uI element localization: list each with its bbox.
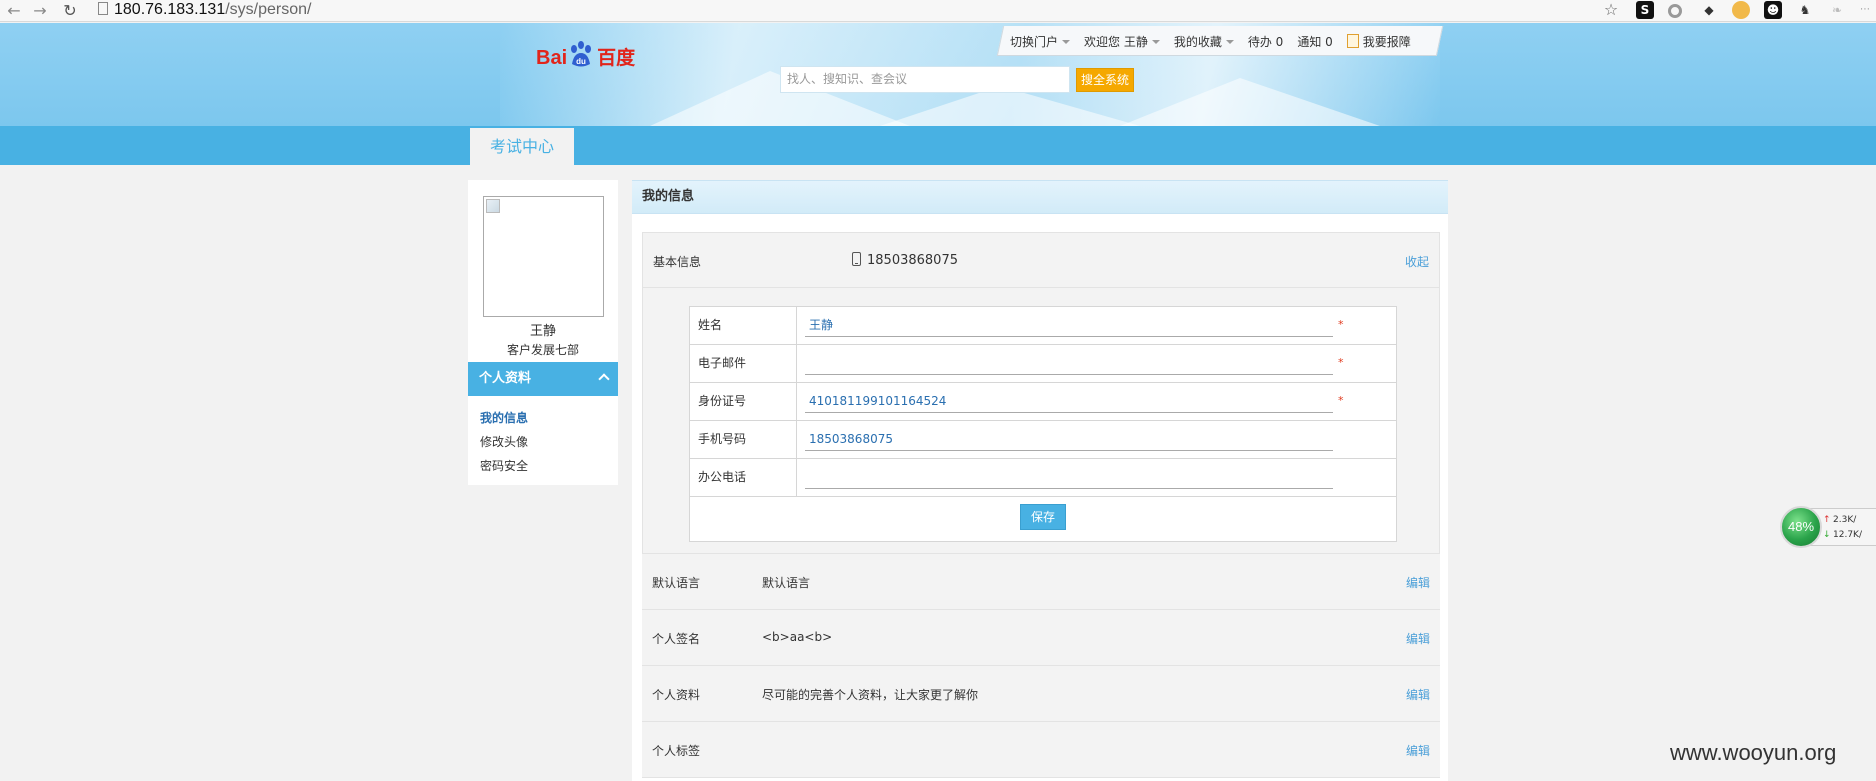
extension-circle-icon[interactable] <box>1668 4 1682 18</box>
back-arrow-icon[interactable]: ← <box>4 1 24 21</box>
form-row-id-number: 身份证号 410181199101164524 * <box>690 383 1396 421</box>
extension-mask-icon[interactable]: ☻ <box>1764 1 1782 19</box>
url-path: /sys/person/ <box>225 1 312 18</box>
collapse-link[interactable]: 收起 <box>1405 253 1429 270</box>
logo-text: Bai <box>536 47 568 69</box>
field-label: 办公电话 <box>690 459 797 496</box>
info-row-tags: 个人标签 编辑 <box>642 722 1440 778</box>
svg-text:du: du <box>576 57 586 66</box>
todo-link[interactable]: 待办 0 <box>1248 33 1283 50</box>
caret-down-icon <box>1225 39 1234 44</box>
info-value: 默认语言 <box>762 576 811 590</box>
edit-language-link[interactable]: 编辑 <box>1406 574 1430 591</box>
welcome-user-menu[interactable]: 欢迎您 王静 <box>1084 33 1160 50</box>
id-number-field[interactable]: 410181199101164524 <box>805 391 1333 413</box>
watermark: www.wooyun.org <box>1670 740 1837 765</box>
info-label: 默认语言 <box>652 576 701 590</box>
sidebar-section-personal[interactable]: 个人资料 <box>468 362 618 396</box>
favorites-menu[interactable]: 我的收藏 <box>1174 33 1234 50</box>
url-host: 180.76.183.131 <box>114 1 226 18</box>
mobile-phone-icon <box>852 252 861 266</box>
extension-more-icon[interactable]: ⋯ <box>1856 1 1874 19</box>
form-row-mobile: 手机号码 18503868075 <box>690 421 1396 459</box>
report-issue-link[interactable]: 我要报障 <box>1346 33 1411 50</box>
paw-icon: du <box>571 41 592 67</box>
info-value: 尽可能的完善个人资料，让大家更了解你 <box>762 688 979 702</box>
caret-down-icon <box>1062 39 1071 44</box>
sidebar-item-my-info[interactable]: 我的信息 <box>480 409 528 426</box>
switch-portal-menu[interactable]: 切换门户 <box>1010 33 1071 50</box>
caret-down-icon <box>1151 39 1160 44</box>
mobile-field[interactable]: 18503868075 <box>805 429 1333 451</box>
extension-leaf-icon[interactable]: ❧ <box>1828 1 1846 19</box>
report-icon <box>1346 33 1359 48</box>
page-icon <box>98 2 108 15</box>
form-row-office-phone: 办公电话 <box>690 459 1396 497</box>
search-input[interactable]: 找人、搜知识、查会议 <box>780 66 1070 93</box>
user-name: 王静 <box>529 324 556 339</box>
user-department: 客户发展七部 <box>506 343 579 357</box>
address-bar[interactable]: 180.76.183.131/sys/person/ <box>98 0 1618 20</box>
browser-toolbar: ← → ↻ 180.76.183.131/sys/person/ ☆ S ◆ ☻… <box>0 0 1876 22</box>
info-label: 个人签名 <box>652 632 701 646</box>
email-field[interactable] <box>805 353 1333 375</box>
basic-info-header: 基本信息 18503868075 收起 <box>643 233 1439 288</box>
info-row-signature: 个人签名 <b>aa<b> 编辑 <box>642 610 1440 666</box>
info-row-language: 默认语言 默认语言 编辑 <box>642 554 1440 610</box>
field-label: 手机号码 <box>690 421 797 458</box>
field-label: 姓名 <box>690 307 797 344</box>
upload-arrow-icon: ↑ <box>1823 515 1831 525</box>
memory-percent-ball[interactable]: 48% <box>1780 506 1822 548</box>
top-navigation: 切换门户 欢迎您 王静 我的收藏 待办 0 通知 0 我要报障 <box>1010 26 1425 56</box>
extension-s-icon[interactable]: S <box>1636 1 1654 19</box>
upload-speed: 2.3K/ <box>1833 515 1857 525</box>
avatar <box>483 196 604 317</box>
sidebar-item-change-avatar[interactable]: 修改头像 <box>480 433 528 450</box>
broken-image-icon <box>486 199 500 213</box>
required-mark: * <box>1338 318 1344 331</box>
main-panel: 我的信息 基本信息 18503868075 收起 姓名 王静 * 电子邮件 * … <box>632 180 1448 781</box>
info-value: <b>aa<b> <box>762 630 833 644</box>
name-field[interactable]: 王静 <box>805 315 1333 337</box>
page-title: 我的信息 <box>632 180 1448 214</box>
extension-diamond-icon[interactable]: ◆ <box>1700 1 1718 19</box>
basic-info-label: 基本信息 <box>653 255 702 269</box>
notice-link[interactable]: 通知 0 <box>1297 33 1332 50</box>
edit-tags-link[interactable]: 编辑 <box>1406 742 1430 759</box>
required-mark: * <box>1338 394 1344 407</box>
basic-info-section: 基本信息 18503868075 收起 姓名 王静 * 电子邮件 * 身份证号 … <box>642 232 1440 554</box>
download-arrow-icon: ↓ <box>1823 530 1831 540</box>
required-mark: * <box>1338 356 1344 369</box>
info-row-profile: 个人资料 尽可能的完善个人资料，让大家更了解你 编辑 <box>642 666 1440 722</box>
network-speed-widget[interactable]: ↑ 2.3K/ ↓ 12.7K/ 48% <box>1780 506 1876 548</box>
basic-phone: 18503868075 <box>852 252 958 268</box>
star-bookmark-icon[interactable]: ☆ <box>1602 1 1620 19</box>
info-label: 个人资料 <box>652 688 701 702</box>
edit-signature-link[interactable]: 编辑 <box>1406 630 1430 647</box>
basic-info-form: 姓名 王静 * 电子邮件 * 身份证号 410181199101164524 *… <box>689 306 1397 542</box>
tab-exam-center[interactable]: 考试中心 <box>470 128 574 165</box>
field-label: 电子邮件 <box>690 345 797 382</box>
sidebar-item-password[interactable]: 密码安全 <box>480 457 528 474</box>
info-label: 个人标签 <box>652 744 701 758</box>
extension-horse-icon[interactable]: ♞ <box>1796 1 1814 19</box>
field-label: 身份证号 <box>690 383 797 420</box>
reload-icon[interactable]: ↻ <box>60 1 80 21</box>
search-button[interactable]: 搜全系统 <box>1076 68 1134 92</box>
chevron-up-icon <box>598 373 610 385</box>
main-nav-bar <box>0 126 1876 165</box>
download-speed: 12.7K/ <box>1833 530 1862 540</box>
baidu-logo[interactable]: Bai du 百度 <box>536 40 635 76</box>
form-row-email: 电子邮件 * <box>690 345 1396 383</box>
edit-profile-link[interactable]: 编辑 <box>1406 686 1430 703</box>
form-row-name: 姓名 王静 * <box>690 307 1396 345</box>
logo-cn-text: 百度 <box>597 48 636 69</box>
save-button[interactable]: 保存 <box>1020 504 1066 530</box>
extension-cookie-icon[interactable] <box>1732 1 1750 19</box>
sidebar: 王静 客户发展七部 个人资料 我的信息 修改头像 密码安全 <box>468 180 618 485</box>
forward-arrow-icon[interactable]: → <box>30 1 50 21</box>
sidebar-section-title: 个人资料 <box>479 371 532 386</box>
office-phone-field[interactable] <box>805 467 1333 489</box>
